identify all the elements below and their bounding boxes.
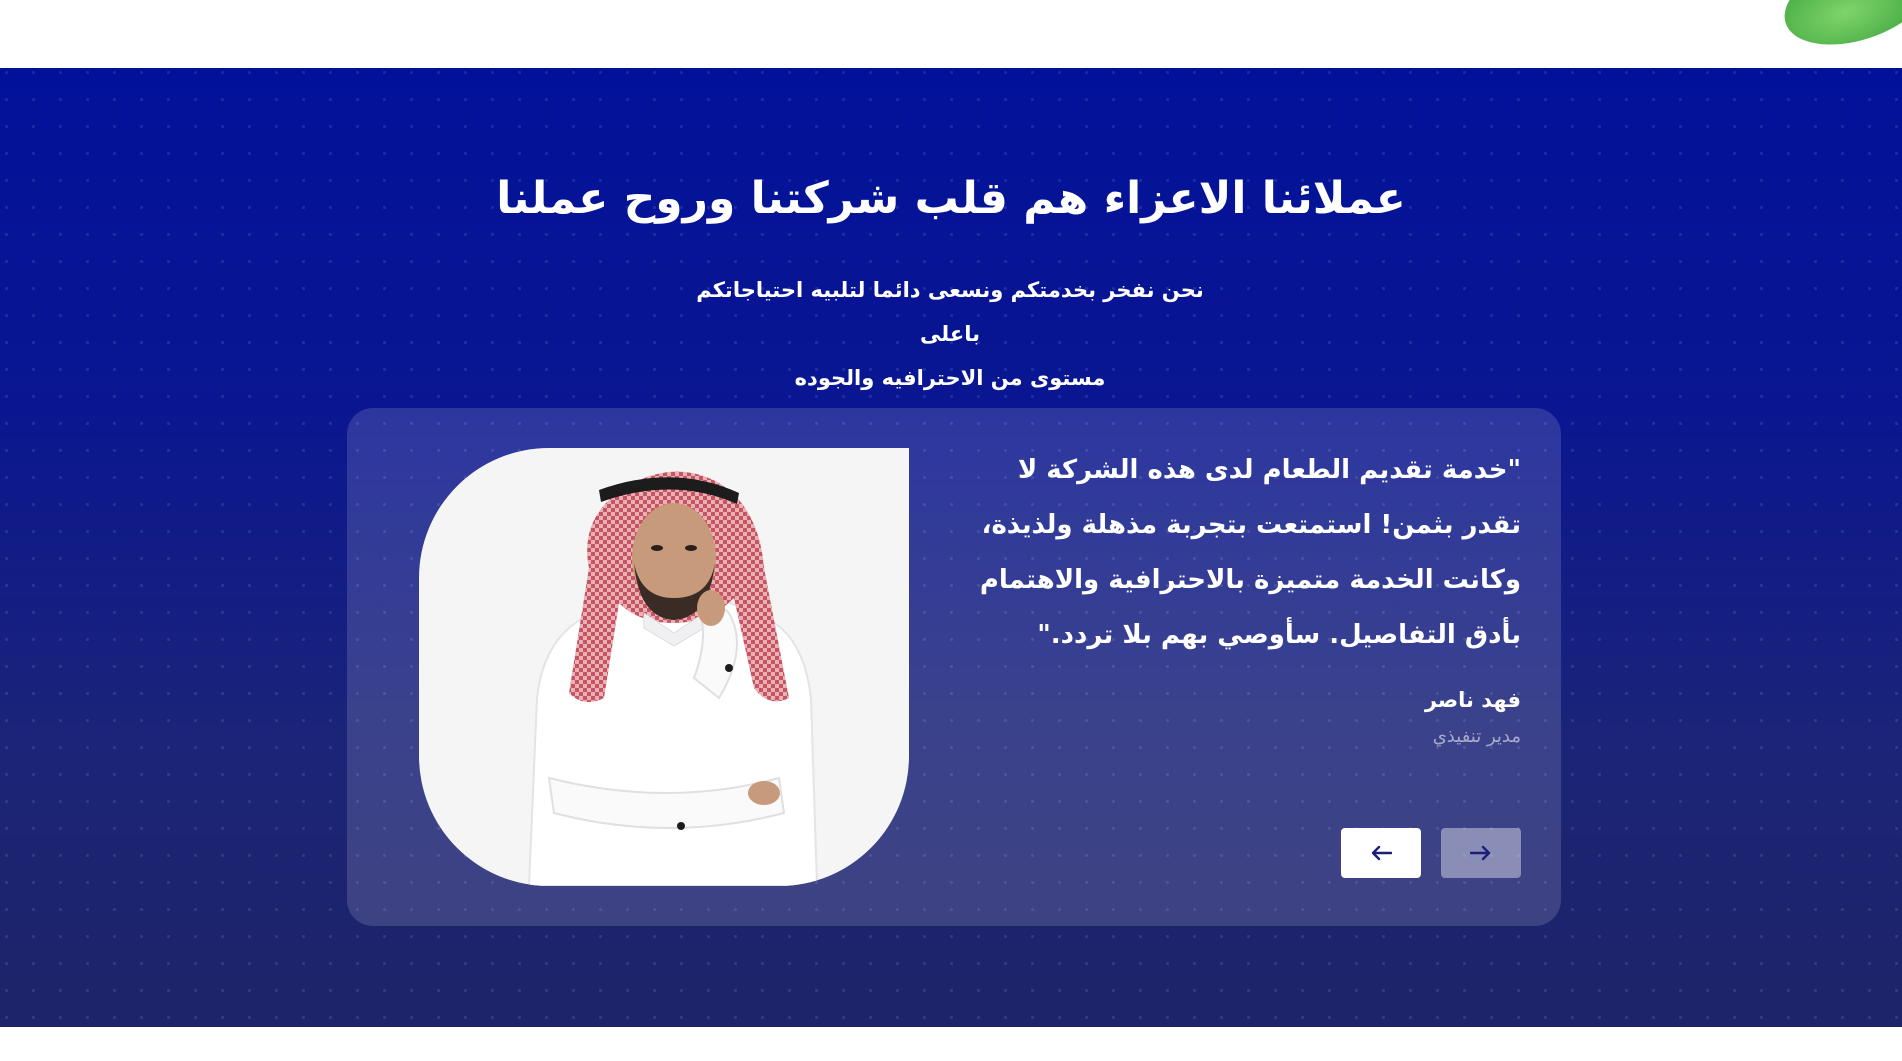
subtitle-line-2: مستوى من الاحترافيه والجوده	[794, 366, 1106, 390]
previous-button[interactable]	[1341, 828, 1421, 878]
customer-illustration	[527, 471, 819, 886]
customer-photo	[419, 448, 909, 886]
top-header-strip	[0, 0, 1902, 68]
testimonials-section: عملائنا الاعزاء هم قلب شركتنا وروح عملنا…	[0, 68, 1902, 1027]
arrow-left-icon	[1371, 845, 1392, 861]
testimonial-card: "خدمة تقديم الطعام لدى هذه الشركة لا تقد…	[347, 408, 1561, 926]
bottom-strip	[0, 1027, 1902, 1061]
author-name: فهد ناصر	[1424, 688, 1521, 712]
arrow-right-icon	[1470, 845, 1491, 861]
next-button[interactable]	[1441, 828, 1521, 878]
section-title: عملائنا الاعزاء هم قلب شركتنا وروح عملنا	[496, 173, 1406, 224]
section-subtitle: نحن نفخر بخدمتكم ونسعى دائما لتلبيه احتي…	[690, 268, 1210, 400]
leaf-decoration	[1773, 0, 1902, 62]
testimonial-quote: "خدمة تقديم الطعام لدى هذه الشركة لا تقد…	[979, 455, 1521, 650]
subtitle-line-1: نحن نفخر بخدمتكم ونسعى دائما لتلبيه احتي…	[696, 278, 1204, 346]
author-role: مدير تنفيذي	[1432, 726, 1521, 747]
